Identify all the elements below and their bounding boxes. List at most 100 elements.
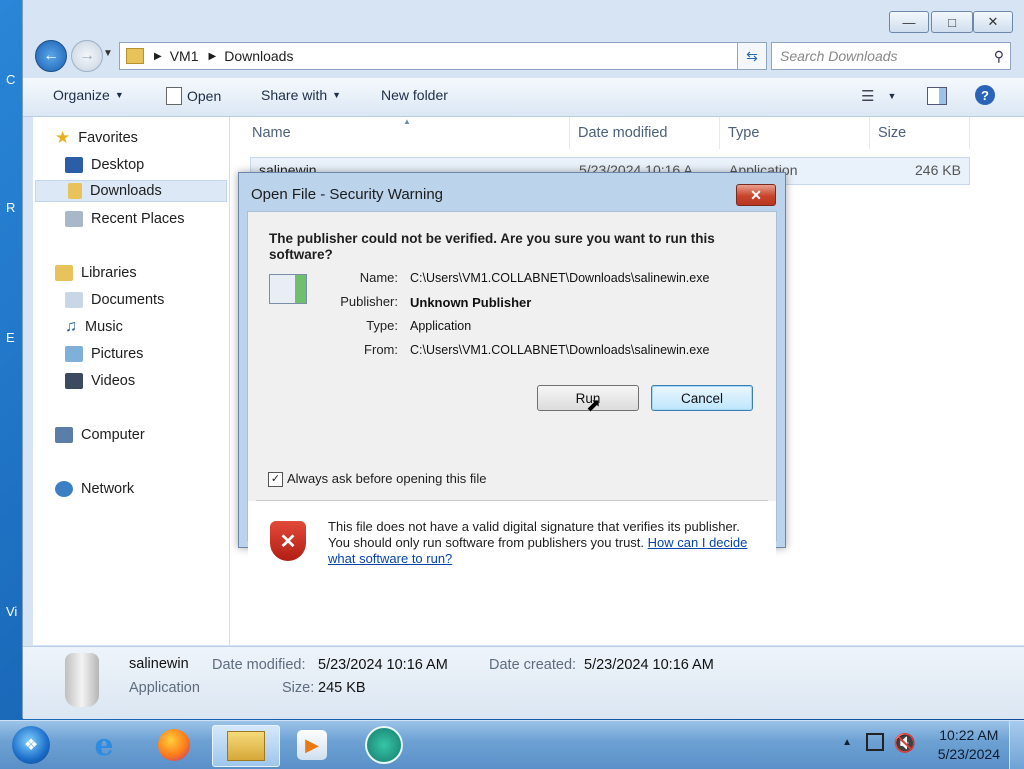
desktop-icon-label-fragment: R [6, 200, 16, 215]
nav-music[interactable]: ♫ Music [65, 316, 123, 338]
nav-libraries[interactable]: Libraries [55, 262, 137, 284]
view-options-button[interactable]: ☰ ▼ [861, 87, 896, 105]
dialog-title: Open File - Security Warning [251, 186, 444, 203]
nav-computer[interactable]: Computer [55, 424, 145, 446]
column-header-type[interactable]: Type [720, 117, 870, 149]
from-label: From: [364, 342, 398, 357]
cancel-button[interactable]: Cancel [651, 385, 753, 411]
taskbar: ❖ e ▶ ▲ 🔇 10:22 AM 5/23/2024 [0, 720, 1024, 769]
show-desktop-button[interactable] [1009, 721, 1024, 769]
column-header-name[interactable]: Name [230, 117, 570, 149]
firefox-icon [158, 729, 190, 761]
nav-favorites[interactable]: ★ Favorites [55, 127, 138, 149]
clock-date: 5/23/2024 [937, 746, 1000, 762]
nav-pictures[interactable]: Pictures [65, 343, 143, 365]
volume-muted-icon[interactable]: 🔇 [894, 733, 916, 754]
computer-icon [55, 427, 73, 443]
always-ask-label[interactable]: Always ask before opening this file [287, 471, 486, 486]
desktop-icon-label-fragment: E [6, 330, 15, 345]
command-toolbar: Organize ▼ Open Share with ▼ New folder ☰ ▼… [23, 78, 1024, 117]
folder-icon [126, 48, 144, 64]
always-ask-checkbox[interactable]: ✓ [268, 472, 283, 487]
search-input[interactable]: Search Downloads [780, 48, 898, 64]
file-explorer-icon [227, 731, 265, 761]
details-date-modified: 5/23/2024 10:16 AM [318, 657, 448, 673]
nav-downloads[interactable]: Downloads [35, 180, 227, 202]
recent-places-icon [65, 211, 83, 227]
search-box[interactable]: Search Downloads ⚲ [771, 42, 1011, 70]
breadcrumb-vm1[interactable]: VM1 [170, 48, 199, 64]
search-icon[interactable]: ⚲ [994, 48, 1004, 65]
windows-logo-icon: ❖ [12, 726, 50, 764]
name-value: C:\Users\VM1.COLLABNET\Downloads\salinew… [410, 271, 710, 285]
warning-message: This file does not have a valid digital … [328, 519, 748, 566]
show-hidden-icons-icon[interactable]: ▲ [842, 737, 852, 748]
preview-pane-button[interactable] [927, 87, 947, 105]
taskbar-app[interactable] [356, 725, 412, 765]
clock-time: 10:22 AM [939, 727, 999, 743]
network-status-icon[interactable] [866, 733, 884, 751]
nav-documents[interactable]: Documents [65, 289, 164, 311]
close-icon: ✕ [750, 186, 762, 203]
app-icon [365, 726, 403, 764]
details-date-modified-label: Date modified: [212, 657, 306, 673]
refresh-icon[interactable]: ⇆ [737, 42, 767, 70]
details-size-label: Size: [282, 680, 315, 696]
navigation-pane: ★ Favorites Desktop Downloads Recent Plac… [33, 117, 230, 645]
chevron-down-icon: ▼ [887, 91, 897, 101]
nav-recent-places[interactable]: Recent Places [65, 208, 185, 230]
details-date-created-label: Date created: [489, 657, 577, 673]
chevron-down-icon: ▼ [114, 90, 124, 100]
breadcrumb-downloads[interactable]: Downloads [224, 48, 293, 64]
taskbar-firefox[interactable] [146, 725, 202, 765]
dialog-heading: The publisher could not be verified. Are… [269, 231, 715, 262]
desktop-icon [65, 157, 83, 173]
breadcrumb-chevron-icon: ▶ [154, 50, 162, 62]
preview-pane-icon [927, 87, 947, 105]
nav-desktop[interactable]: Desktop [65, 154, 144, 176]
details-file-name: salinewin [129, 656, 189, 672]
minimize-button[interactable]: — [889, 11, 929, 33]
taskbar-file-explorer[interactable] [212, 725, 280, 767]
videos-icon [65, 373, 83, 389]
clock[interactable]: 10:22 AM 5/23/2024 [938, 726, 1000, 764]
mouse-cursor-icon: ⬈ [586, 395, 602, 415]
back-button[interactable]: ← [35, 40, 67, 72]
desktop-icon-label-fragment: C [6, 72, 16, 87]
details-file-type: Application [129, 680, 200, 696]
open-button[interactable]: Open [166, 87, 221, 105]
maximize-button[interactable]: □ [931, 11, 973, 33]
help-button[interactable]: ? [975, 85, 995, 105]
pictures-icon [65, 346, 83, 362]
dialog-body: The publisher could not be verified. Are… [247, 211, 777, 577]
chevron-down-icon: ▼ [332, 90, 342, 100]
title-bar: — □ ✕ [23, 0, 1024, 40]
share-with-button[interactable]: Share with ▼ [261, 87, 341, 103]
organize-button[interactable]: Organize ▼ [53, 87, 124, 103]
start-button[interactable]: ❖ [4, 725, 58, 765]
application-file-icon [65, 653, 99, 707]
nav-network[interactable]: Network [55, 478, 134, 500]
forward-button[interactable]: → [71, 40, 103, 72]
file-size: 246 KB [915, 162, 961, 178]
documents-icon [65, 292, 83, 308]
type-label: Type: [366, 318, 398, 333]
nav-videos[interactable]: Videos [65, 370, 135, 392]
recent-pages-dropdown-icon[interactable]: ▼ [103, 48, 113, 59]
music-icon: ♫ [65, 318, 77, 335]
column-header-size[interactable]: Size [870, 117, 970, 149]
close-button[interactable]: ✕ [973, 11, 1013, 33]
details-size: 245 KB [318, 680, 366, 696]
downloads-folder-icon [68, 183, 82, 199]
taskbar-media-player[interactable]: ▶ [284, 725, 340, 765]
new-folder-button[interactable]: New folder [381, 87, 448, 103]
desktop-icon-label-fragment: Vi [6, 604, 18, 619]
shield-warning-icon: ✕ [270, 521, 306, 561]
column-header-date-modified[interactable]: Date modified [570, 117, 720, 149]
internet-explorer-icon: e [94, 727, 114, 763]
dialog-close-button[interactable]: ✕ [736, 184, 776, 206]
name-label: Name: [359, 270, 398, 285]
taskbar-internet-explorer[interactable]: e [76, 725, 132, 765]
help-icon: ? [975, 85, 995, 105]
address-bar[interactable]: ▶ VM1 ▶ Downloads ▼ [119, 42, 765, 70]
